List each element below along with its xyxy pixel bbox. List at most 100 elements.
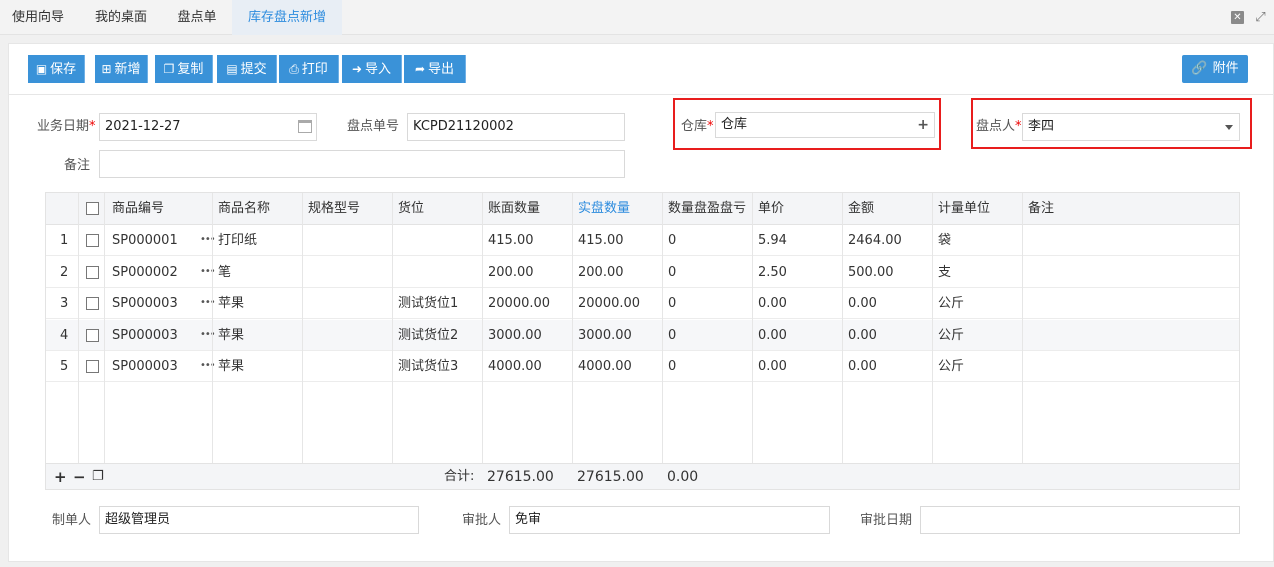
- header-actual-qty: 实盘数量: [578, 201, 631, 216]
- header-code: 商品编号: [112, 201, 165, 216]
- tab-guide[interactable]: 使用向导: [0, 0, 76, 35]
- export-icon: ➦: [414, 62, 426, 76]
- row-amount[interactable]: 0.00: [844, 288, 877, 318]
- table-row[interactable]: 5 SP000003 苹果 测试货位3 4000.00 4000.00 0 0.00 0.00 公…: [46, 351, 1239, 382]
- remove-row-icon[interactable]: −: [73, 464, 86, 490]
- save-button[interactable]: ▣ 保存: [28, 55, 85, 83]
- biz-date-field[interactable]: 2021-12-27: [99, 113, 317, 141]
- row-spec[interactable]: [304, 320, 308, 350]
- row-amount[interactable]: 2464.00: [844, 225, 902, 255]
- tab-desktop[interactable]: 我的桌面: [80, 0, 162, 35]
- row-actual-qty[interactable]: 4000.00: [574, 351, 632, 381]
- row-diff-qty[interactable]: 0: [664, 351, 676, 381]
- row-unit[interactable]: 袋: [934, 225, 951, 255]
- print-button[interactable]: ⎙ 打印: [279, 55, 339, 83]
- row-remark[interactable]: [1024, 288, 1028, 318]
- row-remark[interactable]: [1024, 257, 1028, 287]
- close-icon[interactable]: ✕: [1231, 11, 1244, 24]
- row-diff-qty[interactable]: 0: [664, 288, 676, 318]
- row-checkbox[interactable]: [86, 234, 99, 247]
- row-location[interactable]: [394, 225, 398, 255]
- maker-field[interactable]: 超级管理员: [99, 506, 419, 534]
- row-price[interactable]: 0.00: [754, 320, 787, 350]
- counter-select[interactable]: 李四: [1022, 113, 1240, 141]
- row-unit[interactable]: 公斤: [934, 288, 964, 318]
- row-price[interactable]: 5.94: [754, 225, 787, 255]
- table-row[interactable]: 1 SP000001 打印纸 415.00 415.00 0 5.94 2464.00 袋 •••: [46, 225, 1239, 256]
- maximize-icon[interactable]: ⤢: [1254, 11, 1267, 24]
- row-code[interactable]: SP000001: [108, 225, 178, 255]
- col-divider: [392, 193, 393, 465]
- row-diff-qty[interactable]: 0: [664, 257, 676, 287]
- plus-icon[interactable]: +: [917, 113, 929, 137]
- row-actual-qty[interactable]: 200.00: [574, 257, 624, 287]
- document-icon: ▤: [226, 62, 238, 76]
- row-name[interactable]: 苹果: [214, 320, 244, 350]
- row-location[interactable]: 测试货位3: [394, 351, 458, 381]
- row-price[interactable]: 0.00: [754, 288, 787, 318]
- row-amount[interactable]: 0.00: [844, 351, 877, 381]
- row-name[interactable]: 苹果: [214, 351, 244, 381]
- row-unit[interactable]: 支: [934, 257, 951, 287]
- row-location[interactable]: 测试货位2: [394, 320, 458, 350]
- row-book-qty[interactable]: 200.00: [484, 257, 534, 287]
- add-row-icon[interactable]: +: [54, 464, 67, 490]
- row-checkbox[interactable]: [86, 265, 99, 279]
- row-location[interactable]: [394, 257, 398, 287]
- row-checkbox[interactable]: [86, 360, 99, 373]
- row-actual-qty[interactable]: 3000.00: [574, 320, 632, 350]
- row-code[interactable]: SP000003: [108, 351, 178, 381]
- row-unit[interactable]: 公斤: [934, 320, 964, 350]
- row-remark[interactable]: [1024, 320, 1028, 350]
- row-name[interactable]: 笔: [214, 257, 231, 287]
- approve-date-field[interactable]: [920, 506, 1240, 534]
- warehouse-field[interactable]: 仓库 +: [715, 112, 935, 138]
- doc-no-field[interactable]: KCPD21120002: [407, 113, 625, 141]
- new-button[interactable]: ⊞ 新增: [95, 55, 148, 83]
- remark-field[interactable]: [99, 150, 625, 178]
- export-button[interactable]: ➦ 导出: [404, 55, 466, 83]
- row-checkbox[interactable]: [86, 297, 99, 310]
- table-row[interactable]: 3 SP000003 苹果 测试货位1 20000.00 20000.00 0 0.00 0.0…: [46, 288, 1239, 319]
- row-amount[interactable]: 500.00: [844, 257, 894, 287]
- calendar-icon[interactable]: [298, 120, 312, 133]
- row-book-qty[interactable]: 4000.00: [484, 351, 542, 381]
- row-price[interactable]: 0.00: [754, 351, 787, 381]
- submit-button[interactable]: ▤ 提交: [217, 55, 277, 83]
- row-name[interactable]: 打印纸: [214, 225, 257, 255]
- row-code[interactable]: SP000003: [108, 288, 178, 318]
- row-actual-qty[interactable]: 415.00: [574, 225, 624, 255]
- row-amount[interactable]: 0.00: [844, 320, 877, 350]
- row-name[interactable]: 苹果: [214, 288, 244, 318]
- col-divider: [104, 193, 105, 465]
- table-row[interactable]: 2 SP000002 笔 200.00 200.00 0 2.50 500.00 支 •••: [46, 257, 1239, 288]
- tab-stocktake-new[interactable]: 库存盘点新增: [232, 0, 342, 35]
- row-spec[interactable]: [304, 351, 308, 381]
- row-location[interactable]: 测试货位1: [394, 288, 458, 318]
- row-spec[interactable]: [304, 257, 308, 287]
- row-remark[interactable]: [1024, 351, 1028, 381]
- col-divider: [302, 193, 303, 465]
- import-button[interactable]: ➜ 导入: [342, 55, 402, 83]
- copy-row-icon[interactable]: ❐: [92, 464, 104, 490]
- attachment-button[interactable]: 🔗 附件: [1182, 55, 1248, 83]
- row-unit[interactable]: 公斤: [934, 351, 964, 381]
- table-row[interactable]: 4 SP000003 苹果 测试货位2 3000.00 3000.00 0 0.00 0.00 公…: [46, 319, 1239, 351]
- copy-button[interactable]: ❐ 复制: [155, 55, 213, 83]
- row-book-qty[interactable]: 3000.00: [484, 320, 542, 350]
- approver-field[interactable]: 免审: [509, 506, 830, 534]
- row-spec[interactable]: [304, 288, 308, 318]
- row-book-qty[interactable]: 415.00: [484, 225, 534, 255]
- row-book-qty[interactable]: 20000.00: [484, 288, 550, 318]
- row-checkbox[interactable]: [86, 328, 99, 342]
- row-code[interactable]: SP000003: [108, 320, 178, 350]
- row-spec[interactable]: [304, 225, 308, 255]
- row-code[interactable]: SP000002: [108, 257, 178, 287]
- tab-stocktake-list[interactable]: 盘点单: [164, 0, 230, 35]
- row-remark[interactable]: [1024, 225, 1028, 255]
- row-actual-qty[interactable]: 20000.00: [574, 288, 640, 318]
- select-all-checkbox[interactable]: [86, 202, 99, 215]
- row-diff-qty[interactable]: 0: [664, 225, 676, 255]
- row-diff-qty[interactable]: 0: [664, 320, 676, 350]
- row-price[interactable]: 2.50: [754, 257, 787, 287]
